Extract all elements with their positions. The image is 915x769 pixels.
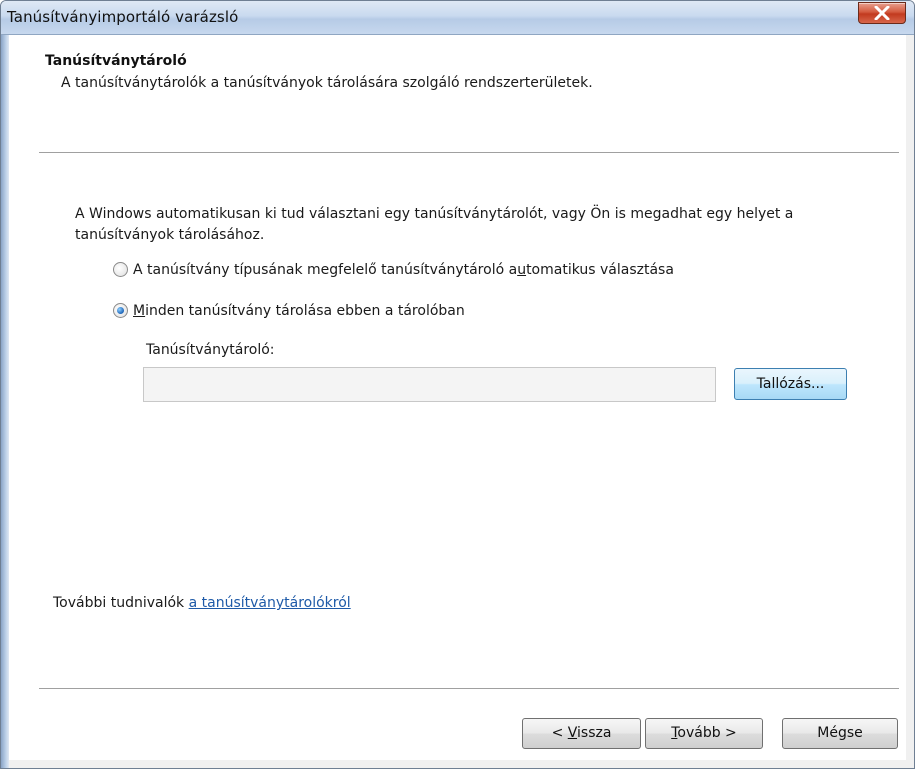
page-description: A tanúsítványtárolók a tanúsítványok tár… [61, 75, 593, 91]
window-title: Tanúsítványimportáló varázsló [7, 8, 239, 26]
store-field[interactable] [143, 367, 716, 402]
footer-prefix: További tudnivalók [53, 595, 189, 611]
footer-separator [39, 688, 899, 690]
back-label-pre: < [551, 725, 568, 741]
back-label-post: issza [577, 725, 612, 741]
title-bar[interactable]: Tanúsítványimportáló varázsló [1, 1, 914, 35]
page-title: Tanúsítványtároló [45, 53, 187, 69]
browse-button[interactable]: Tallózás... [734, 368, 847, 400]
radio-option-manual[interactable]: Minden tanúsítvány tárolása ebben a táro… [113, 302, 465, 319]
footer-text: További tudnivalók a tanúsítványtárolókr… [53, 595, 351, 611]
radio-manual-accelerator: M [133, 303, 146, 319]
radio-manual-indicator[interactable] [113, 302, 128, 318]
radio-auto-label-a: A tanúsítvány típusának megfelelő tanúsí… [133, 262, 518, 278]
cancel-button[interactable]: Mégse [782, 718, 898, 749]
next-button[interactable]: Tovább > [645, 718, 763, 749]
header-separator [39, 152, 899, 154]
back-button[interactable]: < Vissza [522, 718, 641, 749]
window-frame-edge [1, 35, 9, 768]
radio-option-auto[interactable]: A tanúsítvány típusának megfelelő tanúsí… [113, 261, 674, 278]
back-accelerator: V [567, 725, 578, 741]
radio-auto-accelerator: u [517, 262, 527, 278]
wizard-window: Tanúsítványimportáló varázsló Tanúsítván… [0, 0, 915, 769]
close-x-icon [874, 6, 890, 20]
learn-more-link[interactable]: a tanúsítványtárolókról [189, 595, 351, 611]
next-label-post: ovább > [677, 725, 737, 741]
close-button[interactable] [858, 2, 906, 24]
radio-auto-indicator[interactable] [113, 261, 128, 277]
radio-auto-label-b: tomatikus választása [526, 262, 674, 278]
store-label: Tanúsítványtároló: [146, 342, 275, 358]
radio-manual-label: inden tanúsítvány tárolása ebben a tárol… [145, 303, 465, 319]
intro-text: A Windows automatikusan ki tud választan… [75, 206, 794, 243]
